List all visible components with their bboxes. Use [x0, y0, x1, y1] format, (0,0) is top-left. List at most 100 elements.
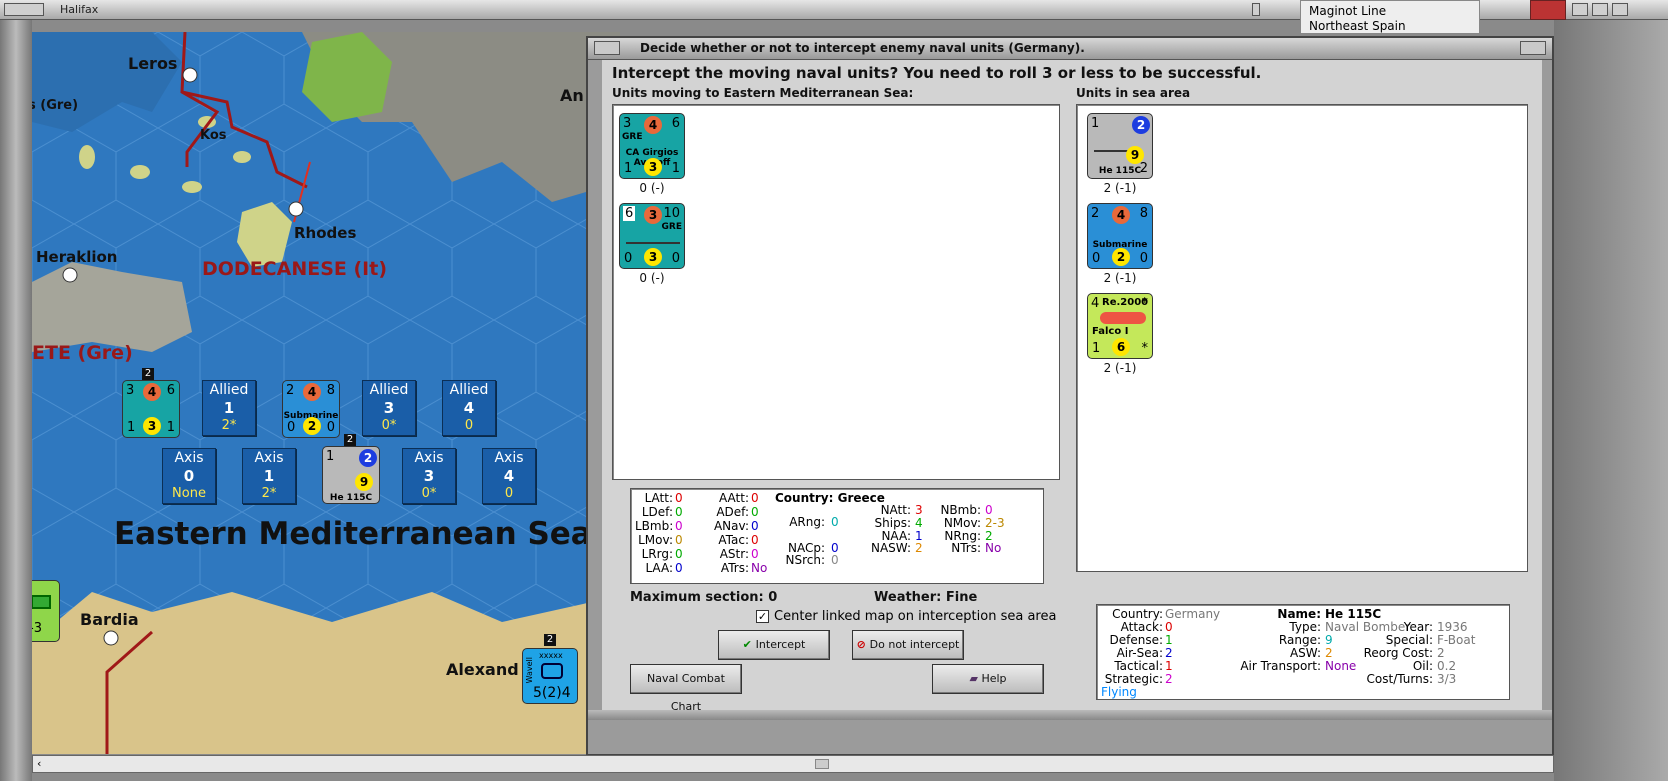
- unit-value: 6: [1112, 338, 1130, 356]
- map-label-heraklion: Heraklion: [36, 248, 118, 266]
- stat-label: LAtt:: [644, 491, 673, 505]
- unit-value: 8: [326, 383, 335, 398]
- sea-area-units-list[interactable]: 1 2 9 He 115C 2 2 (-1) 2 8 4 Submarine 2…: [1076, 104, 1528, 572]
- map-label-bardia: Bardia: [80, 610, 139, 629]
- map-unit-averoff[interactable]: 3 6 4 3 1 1: [122, 380, 180, 438]
- unit-counter-ships[interactable]: 6 10 3 GRE 3 0 0: [619, 203, 685, 269]
- unit-caption: 2 (-1): [1103, 361, 1137, 375]
- stat-value: 0: [675, 519, 683, 533]
- allied-box[interactable]: Allied 1 2*: [202, 380, 256, 436]
- dialog-close-button[interactable]: [1520, 41, 1546, 55]
- center-map-checkbox[interactable]: ✓: [756, 610, 769, 623]
- stat-value: 0: [751, 547, 759, 561]
- box-num: 4: [503, 467, 515, 485]
- box-num: 1: [223, 399, 235, 417]
- minimize-button[interactable]: [1572, 3, 1588, 16]
- box-side: Axis: [494, 450, 524, 466]
- stat-value: 0: [675, 533, 683, 547]
- info-value: 0.2: [1437, 659, 1457, 673]
- book-icon: ▰: [969, 672, 982, 685]
- dialog-title: Decide whether or not to intercept enemy…: [640, 41, 1085, 55]
- box-side: Axis: [254, 450, 284, 466]
- unit-value: 3: [644, 158, 662, 176]
- unit-value: 2: [359, 449, 377, 467]
- maximize-button[interactable]: [1592, 3, 1608, 16]
- allied-box[interactable]: Allied 3 0*: [362, 380, 416, 436]
- info-value: 0: [1165, 620, 1173, 634]
- unit-value: 0: [287, 420, 296, 435]
- unit-value: 9: [355, 473, 373, 491]
- right-frame: [1554, 20, 1668, 781]
- location-list[interactable]: Maginot Line Northeast Spain: [1300, 0, 1480, 34]
- scroll-left-icon[interactable]: ‹: [37, 757, 41, 770]
- horizontal-scrollbar[interactable]: ‹: [32, 755, 1554, 773]
- stat-label: NSrch:: [785, 553, 825, 567]
- intercept-dialog: Decide whether or not to intercept enemy…: [586, 36, 1554, 756]
- do-not-intercept-button[interactable]: ⊘ Do not intercept: [852, 630, 964, 660]
- stat-value: 2: [915, 541, 923, 555]
- intercept-question: Intercept the moving naval units? You ne…: [612, 64, 1262, 82]
- close-button[interactable]: [1612, 3, 1628, 16]
- info-label: Strategic:: [1104, 672, 1163, 686]
- moving-units-list[interactable]: 3 6 4 GRE CA Girgios Averoff 3 1 1 0 (-)…: [612, 104, 1060, 480]
- allied-box[interactable]: Allied 4 0: [442, 380, 496, 436]
- port-icon: [182, 67, 198, 83]
- unit-counter-he115c[interactable]: 1 2 9 He 115C 2: [1087, 113, 1153, 179]
- window-menu-button[interactable]: [4, 3, 44, 16]
- port-icon: [103, 630, 119, 646]
- axis-box[interactable]: Axis 1 2*: [242, 448, 296, 504]
- stat-value: 0: [751, 505, 759, 519]
- unit-value: 4: [1112, 206, 1130, 224]
- axis-box[interactable]: Axis 0 None: [162, 448, 216, 504]
- unit-country: GRE: [622, 132, 643, 142]
- unit-value: 3: [623, 116, 632, 131]
- box-val: 2*: [221, 418, 237, 433]
- unit-value: 10: [663, 206, 680, 221]
- axis-box[interactable]: Axis 4 0: [482, 448, 536, 504]
- unit-caption: 0 (-): [639, 271, 665, 285]
- intercept-label: Intercept: [755, 638, 806, 651]
- game-map[interactable]: Leros s (Gre) Kos Rhodes Heraklion DODEC…: [32, 32, 620, 754]
- unit-value: 6: [166, 383, 175, 398]
- help-button[interactable]: ▰ Help: [932, 664, 1044, 694]
- hq-stars: xxxxx: [539, 651, 563, 660]
- max-section-label: Maximum section: 0: [630, 590, 778, 605]
- stat-label: LMov:: [638, 533, 673, 547]
- center-map-label: Center linked map on interception sea ar…: [774, 609, 1057, 624]
- scroll-thumb[interactable]: [815, 759, 829, 769]
- box-side: Allied: [449, 382, 489, 398]
- map-label-an: An: [560, 86, 584, 105]
- stat-value: 0: [675, 547, 683, 561]
- unit-value: 2: [303, 417, 321, 435]
- unit-value: 1: [326, 449, 335, 464]
- map-unit-army[interactable]: -3: [32, 580, 60, 642]
- info-value: 3/3: [1437, 672, 1457, 686]
- stat-value: 4: [915, 516, 923, 530]
- info-label: Name:: [1277, 607, 1321, 621]
- map-label-dodecanese: DODECANESE (It): [202, 258, 387, 280]
- unit-value: 0: [671, 251, 680, 266]
- unit-value: 2: [1091, 206, 1100, 221]
- unit-counter-re2000[interactable]: 4 Re.2000 * Falco I 6 1 *: [1087, 293, 1153, 359]
- box-num: 1: [263, 467, 275, 485]
- interceptor-stats-panel: LAtt: 0 LDef: 0 LBmb: 0 LMov: 0 LRrg: 0 …: [630, 488, 1044, 584]
- unit-counter-submarine[interactable]: 2 8 4 Submarine 2 0 0: [1087, 203, 1153, 269]
- unit-value: 1: [166, 420, 175, 435]
- stat-label: NTrs:: [951, 541, 981, 555]
- intercept-button[interactable]: ✔ Intercept: [718, 630, 830, 660]
- list-item[interactable]: Maginot Line: [1309, 4, 1386, 18]
- unit-counter-averoff[interactable]: 3 6 4 GRE CA Girgios Averoff 3 1 1: [619, 113, 685, 179]
- ship-icon: [626, 232, 680, 244]
- naval-combat-chart-button[interactable]: Naval Combat Chart: [630, 664, 742, 713]
- unit-value: *: [1141, 341, 1149, 356]
- info-value: 1: [1165, 659, 1173, 673]
- axis-box[interactable]: Axis 3 0*: [402, 448, 456, 504]
- dialog-menu-button[interactable]: [594, 41, 620, 55]
- map-unit-wavell[interactable]: xxxxx Wavell 5(2)4: [522, 648, 578, 704]
- list-item[interactable]: Northeast Spain: [1309, 19, 1406, 33]
- map-unit-he115c[interactable]: 1 2 9 He 115C: [322, 446, 380, 504]
- chart-label: Naval Combat Chart: [647, 672, 725, 713]
- map-unit-submarine[interactable]: 2 8 4 Submarine 2 0 0: [282, 380, 340, 438]
- scroll-handle[interactable]: [1252, 3, 1260, 16]
- box-num: 3: [423, 467, 435, 485]
